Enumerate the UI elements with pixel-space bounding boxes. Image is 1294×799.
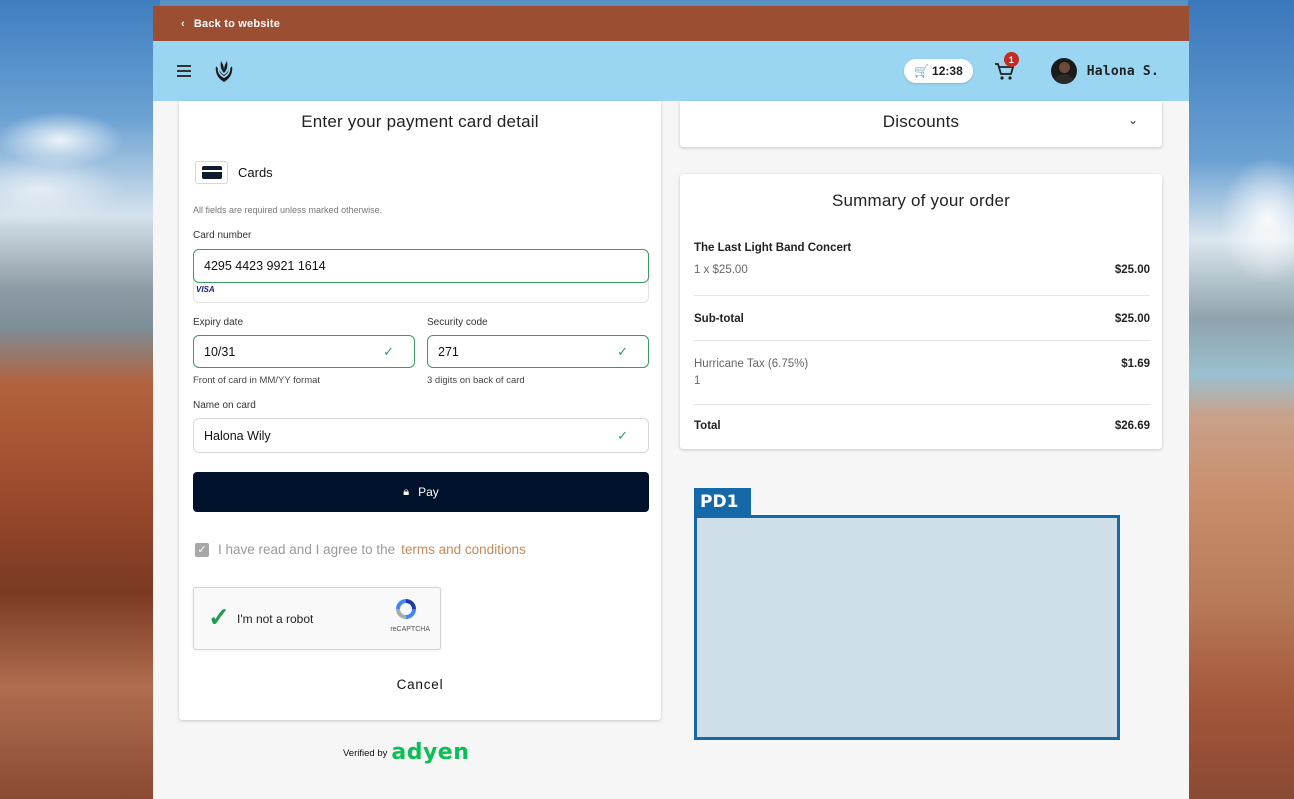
security-code-value: 271 <box>438 344 459 359</box>
subtotal-row: Sub-total $25.00 <box>694 313 1150 325</box>
total-label: Total <box>694 420 721 432</box>
placeholder-label: PD1 <box>694 488 751 516</box>
cart-timer: 🛒 12:38 <box>904 59 973 83</box>
tax-label: Hurricane Tax (6.75%) <box>694 358 809 370</box>
security-code-hint: 3 digits on back of card <box>427 375 525 386</box>
card-number-label: Card number <box>193 230 252 241</box>
back-label: Back to website <box>193 17 281 30</box>
credit-card-icon <box>195 161 228 184</box>
required-fields-note: All fields are required unless marked ot… <box>193 205 383 215</box>
item-total: $25.00 <box>1114 264 1150 276</box>
checkmark-icon: ✓ <box>617 427 628 443</box>
tax-value: $1.69 <box>1121 358 1150 370</box>
item-qty-price: 1 x $25.00 <box>694 264 748 276</box>
discounts-accordion[interactable]: Discounts ⌄ <box>680 101 1162 147</box>
divider <box>694 404 1150 405</box>
pay-button-label: Pay <box>418 485 439 499</box>
total-row: Total $26.69 <box>694 420 1150 432</box>
cart-count-badge: 1 <box>1003 52 1019 67</box>
chevron-down-icon: ⌄ <box>1127 113 1138 127</box>
terms-link[interactable]: terms and conditions <box>401 542 526 557</box>
cart-button[interactable]: 1 <box>993 52 1019 82</box>
tax-qty-text: 1 <box>694 375 701 387</box>
background-scenery-right <box>1188 0 1294 799</box>
tax-row: Hurricane Tax (6.75%) $1.69 <box>694 358 1150 370</box>
security-code-field[interactable]: 271 ✓ <box>427 335 649 368</box>
placeholder-box <box>694 515 1120 740</box>
card-number-value: 4295 4423 9921 1614 <box>204 259 326 273</box>
cancel-button[interactable]: Cancel <box>179 677 661 692</box>
item-name-text: The Last Light Band Concert <box>694 242 852 254</box>
recaptcha-widget[interactable]: ✓ I'm not a robot reCAPTCHA <box>193 587 441 650</box>
payment-method-cards[interactable]: Cards <box>195 161 273 184</box>
card-number-field[interactable]: 4295 4423 9921 1614 <box>193 249 649 283</box>
checkmark-icon: ✓ <box>617 343 628 359</box>
cart-small-icon: 🛒 <box>914 64 930 78</box>
app-header: 🛒 12:38 1 Halona S. <box>153 41 1189 101</box>
discounts-title: Discounts <box>882 112 960 131</box>
recaptcha-logo-icon <box>396 599 416 619</box>
terms-checkbox[interactable]: ✓ <box>195 542 209 557</box>
total-value: $26.69 <box>1114 420 1150 432</box>
background-scenery-left <box>0 0 160 799</box>
expiry-date-field[interactable]: 10/31 ✓ <box>193 335 415 368</box>
hamburger-menu-icon[interactable] <box>177 65 191 77</box>
tax-qty: 1 <box>694 375 1150 387</box>
user-menu[interactable]: Halona S. <box>1050 58 1159 84</box>
checkmark-icon: ✓ <box>383 343 394 359</box>
item-line: 1 x $25.00 $25.00 <box>694 264 1150 276</box>
name-on-card-field[interactable]: Halona Wily ✓ <box>193 418 649 453</box>
visa-brand-icon: VISA <box>196 285 215 294</box>
subtotal-value: $25.00 <box>1114 313 1150 325</box>
subtotal-label: Sub-total <box>694 313 744 325</box>
captcha-label: I'm not a robot <box>237 612 314 626</box>
lock-icon: 🔒︎ <box>403 485 410 498</box>
pay-button[interactable]: 🔒︎ Pay <box>193 472 649 512</box>
name-on-card-value: Halona Wily <box>204 428 271 443</box>
expiry-date-label: Expiry date <box>193 317 244 328</box>
item-name: The Last Light Band Concert <box>694 242 1150 254</box>
payment-panel: Enter your payment card detail Cards All… <box>179 101 661 720</box>
username: Halona S. <box>1086 63 1159 79</box>
brand-logo-icon[interactable] <box>213 58 235 84</box>
checkout-frame: ‹ Back to website 🛒 12:38 1 Halona S. En… <box>153 6 1189 799</box>
name-on-card-label: Name on card <box>193 400 256 411</box>
back-to-website-link[interactable]: ‹ Back to website <box>153 6 1189 41</box>
payment-method-label: Cards <box>238 165 273 180</box>
avatar <box>1050 58 1077 84</box>
verified-by-adyen: Verified by adyen <box>343 742 469 764</box>
captcha-brand: reCAPTCHA <box>390 626 430 633</box>
divider <box>694 295 1150 296</box>
order-summary-panel: Summary of your order The Last Light Ban… <box>680 174 1162 449</box>
adyen-logo: adyen <box>391 740 470 765</box>
security-code-label: Security code <box>427 317 488 328</box>
terms-agreement: ✓ I have read and I agree to the terms a… <box>195 542 526 557</box>
divider <box>694 340 1150 341</box>
terms-text: I have read and I agree to the <box>218 542 396 557</box>
payment-title: Enter your payment card detail <box>301 112 539 131</box>
expiry-date-hint: Front of card in MM/YY format <box>193 375 321 386</box>
summary-title: Summary of your order <box>831 191 1011 210</box>
chevron-left-icon: ‹ <box>181 17 185 30</box>
timer-value: 12:38 <box>932 64 963 78</box>
expiry-date-value: 10/31 <box>204 344 236 359</box>
verified-prefix: Verified by <box>343 747 388 759</box>
captcha-checkmark-icon[interactable]: ✓ <box>208 602 230 633</box>
